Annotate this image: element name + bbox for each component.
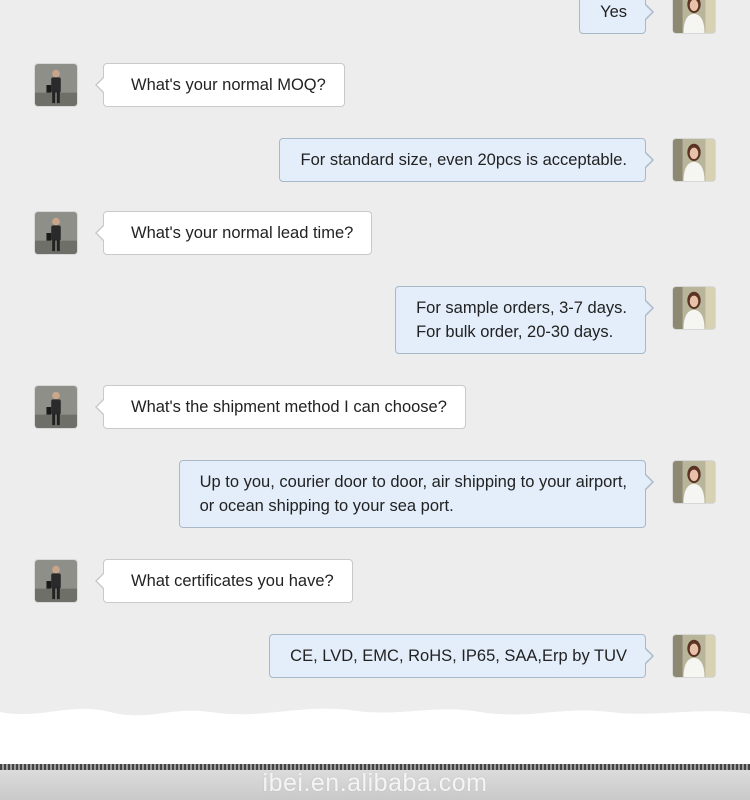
seller-avatar — [672, 138, 716, 182]
customer-message-bubble: What's your normal MOQ? — [95, 63, 345, 107]
customer-avatar — [34, 385, 78, 429]
seller-message-bubble: For sample orders, 3-7 days. For bulk or… — [395, 286, 654, 354]
wave-decoration — [0, 708, 750, 770]
seller-message-bubble: CE, LVD, EMC, RoHS, IP65, SAA,Erp by TUV — [269, 634, 654, 678]
watermark: ibei.en.alibaba.com — [262, 769, 488, 797]
seller-message-bubble: Up to you, courier door to door, air shi… — [178, 460, 655, 528]
customer-message-bubble: What's your normal lead time? — [94, 211, 373, 255]
customer-avatar — [34, 63, 78, 107]
seller-avatar — [672, 460, 716, 504]
seller-message-bubble: For standard size, even 20pcs is accepta… — [279, 138, 654, 182]
seller-message-bubble: Yes — [579, 0, 654, 34]
seller-avatar — [672, 634, 716, 678]
customer-message-bubble: What certificates you have? — [95, 559, 353, 603]
seller-avatar — [672, 0, 716, 34]
chat-conversation: Yes What's your normal MOQ? For standard s… — [0, 0, 750, 700]
customer-avatar — [34, 211, 78, 255]
customer-avatar — [34, 559, 78, 603]
customer-message-bubble: What's the shipment method I can choose? — [95, 385, 466, 429]
seller-avatar — [672, 286, 716, 330]
